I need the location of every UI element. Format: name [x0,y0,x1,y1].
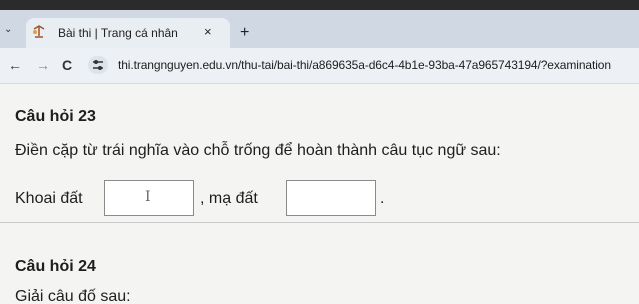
question-divider [0,222,639,223]
window-top-bar [0,0,639,10]
back-button[interactable]: ← [8,57,22,73]
tab-title: Bài thi | Trang cá nhân [58,26,178,40]
reload-button[interactable]: C [62,57,72,73]
new-tab-button[interactable]: + [240,25,249,41]
lamp-icon [33,25,45,38]
tab-search-button[interactable]: ⌄ [4,24,22,38]
tune-icon [93,60,103,70]
sentence-part-2: , mạ đất [200,190,258,207]
text-cursor-icon: I [145,189,151,205]
answer-input-2[interactable] [286,180,376,216]
site-info-button[interactable] [88,56,108,74]
sentence-part-1: Khoai đất [15,190,83,207]
sentence-part-3: . [380,190,385,207]
question-24-title: Câu hỏi 24 [15,258,96,275]
navigation-bar: ← → C thi.trangnguyen.edu.vn/thu-tai/bai… [0,48,639,84]
address-bar[interactable]: thi.trangnguyen.edu.vn/thu-tai/bai-thi/a… [118,58,611,72]
page-content: Câu hỏi 23 Điền cặp từ trái nghĩa vào ch… [0,84,639,304]
browser-tab[interactable]: Bài thi | Trang cá nhân × [26,18,230,48]
close-tab-button[interactable]: × [204,24,212,39]
question-23-title: Câu hỏi 23 [15,108,96,125]
question-23-prompt: Điền cặp từ trái nghĩa vào chỗ trống để … [15,142,501,159]
tab-strip: ⌄ Bài thi | Trang cá nhân × + [0,10,639,48]
question-24-prompt: Giải câu đố sau: [15,288,131,304]
forward-button[interactable]: → [36,57,50,73]
answer-input-1[interactable]: I [104,180,194,216]
